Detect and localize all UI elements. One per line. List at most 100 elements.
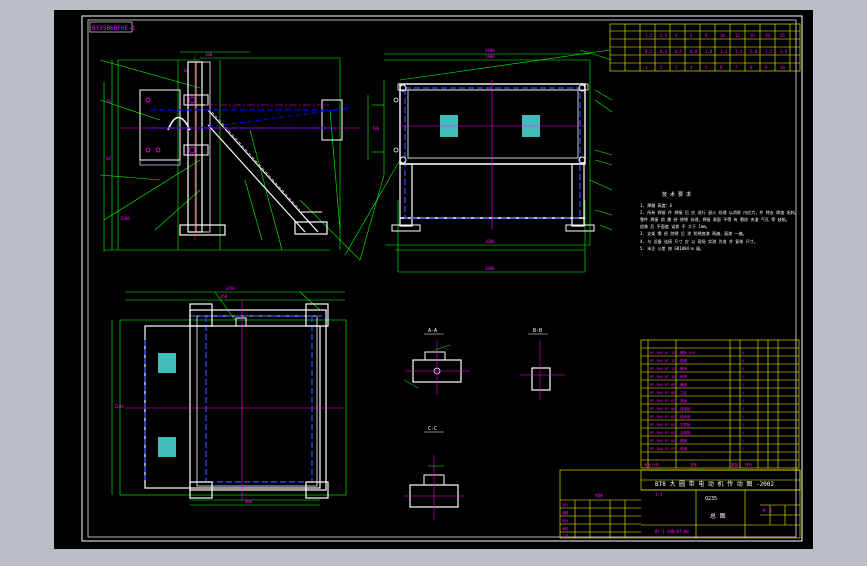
svg-text:4: 4: [742, 431, 744, 435]
svg-text:材料: 材料: [745, 462, 753, 467]
svg-text:5. 未注 公差 按 GB1804-m 级。: 5. 未注 公差 按 GB1804-m 级。: [640, 245, 704, 251]
svg-text:加强筋: 加强筋: [680, 430, 691, 435]
svg-text:BY-300-07-10: BY-300-07-10: [650, 375, 675, 379]
svg-text:2.5: 2.5: [765, 49, 773, 54]
svg-text:1.5: 1.5: [735, 49, 743, 54]
cad-viewport[interactable]: BY35B6BF0E-1 1.5 2.5 4 6 8 10 12 16 20 25 0.2 0.3 0…: [0, 0, 867, 562]
svg-text:1.5: 1.5: [645, 33, 653, 38]
svg-text:代号: 代号: [652, 462, 660, 467]
sheet-label: 共 页: [762, 507, 772, 513]
svg-text:4: 4: [742, 399, 744, 403]
svg-text:连接板: 连接板: [680, 406, 691, 411]
svg-text:制图: 制图: [562, 510, 568, 515]
svg-text:18: 18: [183, 68, 188, 73]
svg-text:BY-300-07-06: BY-300-07-06: [650, 407, 675, 411]
svg-text:450: 450: [220, 294, 228, 299]
svg-text:0.8: 0.8: [690, 49, 698, 54]
svg-text:1. 焊缝 高度：6: 1. 焊缝 高度：6: [640, 202, 673, 208]
svg-text:3.0: 3.0: [780, 49, 788, 54]
svg-text:BY-300-07-12: BY-300-07-12: [650, 359, 675, 363]
svg-text:技 术 要 求: 技 术 要 求: [662, 191, 691, 198]
svg-text:BY-300-07-04: BY-300-07-04: [650, 423, 675, 427]
svg-text:设计: 设计: [562, 502, 569, 507]
svg-text:4: 4: [742, 407, 744, 411]
svg-text:轴承座: 轴承座: [680, 414, 691, 419]
svg-text:12: 12: [735, 33, 740, 38]
svg-text:BY-300-07-03: BY-300-07-03: [650, 431, 675, 435]
svg-text:100: 100: [205, 52, 213, 57]
svg-text:700: 700: [372, 126, 380, 131]
svg-text:底板: 底板: [680, 398, 688, 403]
svg-text:1600: 1600: [485, 239, 495, 244]
svg-text:B-B: B-B: [533, 328, 542, 334]
svg-text:8: 8: [742, 367, 744, 371]
svg-text:4. 与 设备 连接 尺寸 应 以 现场 实测 为准 并 复: 4. 与 设备 连接 尺寸 应 以 现场 实测 为准 并 复核 尺寸。: [640, 238, 758, 244]
svg-text:1800: 1800: [485, 54, 495, 59]
svg-text:40: 40: [106, 99, 111, 104]
svg-text:角钢: 角钢: [680, 446, 688, 451]
svg-text:2: 2: [742, 447, 744, 451]
svg-text:BY-300-07-09: BY-300-07-09: [650, 383, 675, 387]
approval-label: 审核: [595, 492, 603, 498]
svg-text:BY-300-07-01: BY-300-07-01: [650, 447, 675, 451]
svg-text:8: 8: [742, 351, 744, 355]
svg-text:校对: 校对: [562, 518, 569, 523]
svg-text:数量: 数量: [731, 462, 739, 467]
svg-text:1500: 1500: [120, 216, 130, 221]
drawing-scale: 1:5: [655, 492, 663, 497]
svg-text:25: 25: [780, 33, 785, 38]
svg-text:序号: 序号: [644, 462, 652, 467]
svg-text:1450: 1450: [225, 286, 235, 291]
svg-text:2.0: 2.0: [750, 49, 758, 54]
svg-text:80: 80: [106, 156, 111, 161]
drawing-title: BT8 大 圆 带 电 动 机 传 动 图 -2002: [655, 480, 774, 488]
drawing-name: 总 图: [710, 512, 726, 520]
svg-text:BY-300-07-13: BY-300-07-13: [650, 351, 675, 355]
svg-text:审核: 审核: [562, 526, 569, 531]
svg-text:C-C: C-C: [428, 426, 437, 432]
svg-text:4: 4: [742, 391, 744, 395]
svg-text:BY-300-07-08: BY-300-07-08: [650, 391, 675, 395]
svg-text:10: 10: [720, 33, 725, 38]
drawing-material: Q235: [705, 496, 717, 502]
svg-text:20: 20: [765, 33, 770, 38]
svg-text:螺母: 螺母: [680, 366, 688, 371]
svg-text:BY-300-07-02: BY-300-07-02: [650, 439, 675, 443]
svg-text:BY-300-07-07: BY-300-07-07: [650, 399, 675, 403]
svg-text:BY-300-07-05: BY-300-07-05: [650, 415, 675, 419]
svg-text:支撑板: 支撑板: [680, 422, 691, 427]
svg-text:3. 支架 需 经 除锈 后 涂 防锈底漆 两遍，面漆 一遍: 3. 支架 需 经 除锈 后 涂 防锈底漆 两遍，面漆 一遍。: [640, 230, 747, 236]
svg-text:2. 所有 焊接 件 焊接 后 应 进行 退火 处理 以消除: 2. 所有 焊接 件 焊接 后 应 进行 退火 处理 以消除 内应力，并 除去 …: [640, 209, 799, 215]
svg-text:工艺: 工艺: [562, 533, 568, 538]
svg-text:2: 2: [742, 375, 744, 379]
drawing-canvas: BY35B6BF0E-1 1.5 2.5 4 6 8 10 12 16 20 25 0.2 0.3 0…: [54, 10, 813, 549]
svg-text:800: 800: [245, 499, 253, 504]
svg-text:1.2: 1.2: [720, 49, 728, 54]
svg-text:0.3: 0.3: [660, 49, 668, 54]
svg-text:2: 2: [742, 423, 744, 427]
svg-text:16: 16: [750, 33, 755, 38]
svg-text:0.5: 0.5: [675, 49, 683, 54]
svg-text:2: 2: [742, 383, 744, 387]
svg-text:8: 8: [742, 359, 744, 363]
svg-text:1.0: 1.0: [705, 49, 713, 54]
svg-text:2: 2: [742, 439, 744, 443]
svg-text:2.5: 2.5: [660, 33, 668, 38]
drawing-number: BY-1-300-07-00: [655, 529, 689, 534]
svg-text:槽钢: 槽钢: [680, 438, 688, 443]
svg-text:1200: 1200: [114, 404, 124, 409]
svg-text:2000: 2000: [485, 48, 495, 53]
svg-text:A-A: A-A: [428, 328, 437, 334]
svg-text:斜撑: 斜撑: [680, 374, 688, 379]
svg-text:立柱: 立柱: [680, 390, 688, 395]
svg-text:横梁: 横梁: [680, 382, 688, 387]
svg-text:2: 2: [742, 415, 744, 419]
svg-text:10: 10: [780, 65, 785, 70]
svg-text:组装 后 平面度 误差 不 大于 1mm。: 组装 后 平面度 误差 不 大于 1mm。: [640, 223, 710, 229]
frame-code: BY35B6BF0E-1: [92, 25, 136, 32]
svg-text:名称: 名称: [690, 462, 698, 467]
svg-text:2000: 2000: [485, 266, 495, 271]
svg-text:垫圈: 垫圈: [680, 358, 688, 363]
svg-text:零件 焊接 前 需 经 除锈 处理，焊接 表面 不得 有 裂: 零件 焊接 前 需 经 除锈 处理，焊接 表面 不得 有 裂纹 夹渣 气孔 等 …: [640, 216, 790, 222]
svg-text:BY-300-07-11: BY-300-07-11: [650, 367, 675, 371]
